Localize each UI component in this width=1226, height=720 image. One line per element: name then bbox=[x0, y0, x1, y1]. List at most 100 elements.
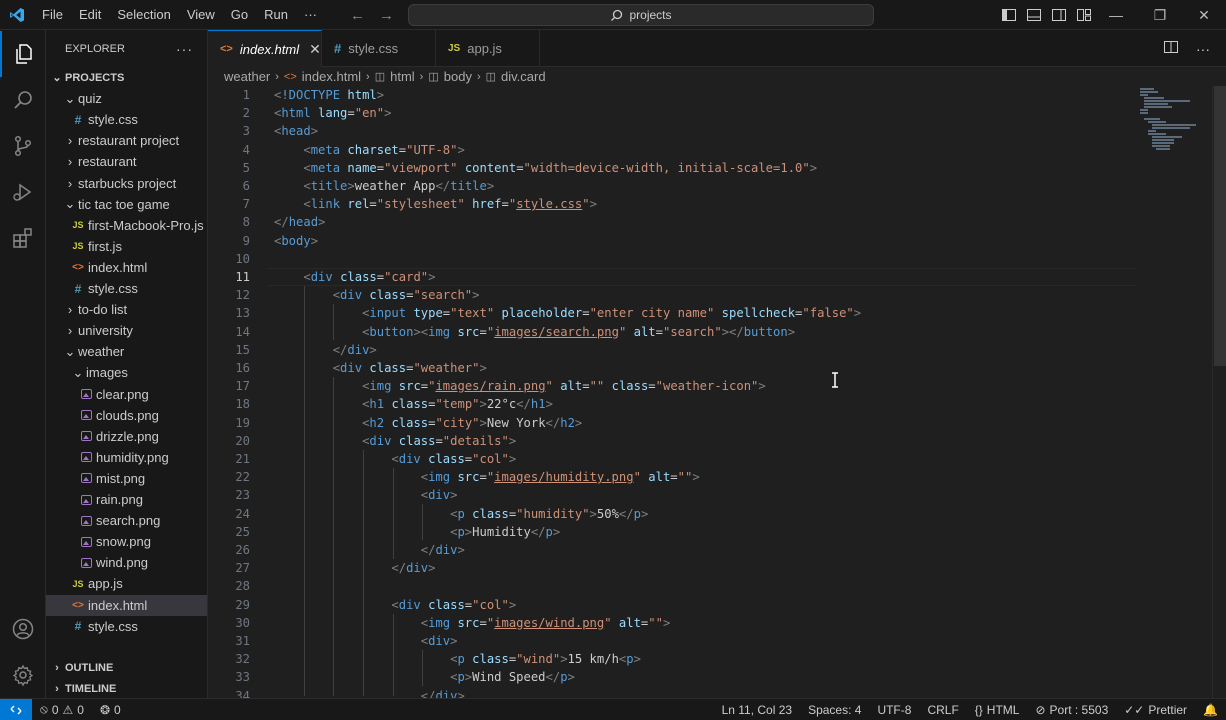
back-arrow-icon[interactable]: ← bbox=[350, 7, 365, 24]
minimap[interactable] bbox=[1140, 86, 1200, 156]
split-editor-icon[interactable] bbox=[1164, 40, 1178, 57]
end-of-line[interactable]: CRLF bbox=[919, 703, 966, 717]
source-control-icon[interactable] bbox=[0, 123, 46, 169]
ports-indicator[interactable]: ❂ 0 bbox=[92, 703, 129, 717]
folder-item[interactable]: › restaurant bbox=[46, 151, 207, 172]
code-line-24: <p class="humidity">50%</p> bbox=[450, 506, 649, 521]
file-item[interactable]: humidity.png bbox=[46, 447, 207, 468]
toggle-primary-sidebar-icon[interactable] bbox=[996, 0, 1021, 30]
outline-section[interactable]: › OUTLINE bbox=[46, 657, 207, 678]
item-label: tic tac toe game bbox=[78, 196, 170, 212]
breadcrumb-item[interactable]: div.card bbox=[501, 69, 546, 84]
file-item[interactable]: drizzle.png bbox=[46, 426, 207, 447]
breadcrumb-item[interactable]: html bbox=[390, 69, 415, 84]
minimize-window-icon[interactable]: — bbox=[1094, 0, 1138, 30]
item-label: search.png bbox=[96, 513, 161, 529]
line-number: 25 bbox=[235, 524, 250, 539]
menu-view[interactable]: View bbox=[179, 0, 223, 30]
folder-item[interactable]: › starbucks project bbox=[46, 173, 207, 194]
file-item[interactable]: rain.png bbox=[46, 489, 207, 510]
forward-arrow-icon[interactable]: → bbox=[379, 7, 394, 24]
encoding[interactable]: UTF-8 bbox=[869, 703, 919, 717]
menu-edit[interactable]: Edit bbox=[71, 0, 109, 30]
toggle-secondary-sidebar-icon[interactable] bbox=[1046, 0, 1071, 30]
file-item[interactable]: # style.css bbox=[46, 278, 207, 299]
manage-gear-icon[interactable] bbox=[0, 652, 46, 698]
chevron-down-icon: ⌄ bbox=[52, 72, 62, 84]
command-center-search[interactable]: projects bbox=[408, 4, 874, 26]
prettier-status[interactable]: ✓✓ Prettier bbox=[1116, 703, 1195, 717]
file-item[interactable]: JS app.js bbox=[46, 573, 207, 594]
file-item[interactable]: search.png bbox=[46, 510, 207, 531]
tab-style-css[interactable]: # style.css bbox=[322, 30, 436, 67]
file-item[interactable]: JS first.js bbox=[46, 236, 207, 257]
file-item[interactable]: snow.png bbox=[46, 531, 207, 552]
customize-layout-icon[interactable] bbox=[1071, 0, 1096, 30]
folder-item[interactable]: ⌄ tic tac toe game bbox=[46, 194, 207, 215]
breadcrumb-item[interactable]: weather bbox=[224, 69, 270, 84]
run-debug-icon[interactable] bbox=[0, 169, 46, 215]
line-number: 22 bbox=[235, 470, 250, 485]
remote-indicator-icon[interactable] bbox=[0, 698, 32, 720]
extensions-icon[interactable] bbox=[0, 215, 46, 261]
indentation[interactable]: Spaces: 4 bbox=[800, 703, 869, 717]
close-tab-icon[interactable]: ✕ bbox=[309, 41, 321, 58]
folder-item[interactable]: › university bbox=[46, 320, 207, 341]
menu-file[interactable]: File bbox=[34, 0, 71, 30]
item-label: style.css bbox=[88, 618, 138, 634]
cursor-position[interactable]: Ln 11, Col 23 bbox=[714, 703, 801, 717]
explorer-root-projects[interactable]: ⌄ PROJECTS bbox=[46, 67, 207, 88]
file-item[interactable]: <> index.html bbox=[46, 594, 207, 616]
file-item[interactable]: mist.png bbox=[46, 468, 207, 489]
file-item[interactable]: <> index.html bbox=[46, 257, 207, 278]
tab-app-js[interactable]: JS app.js bbox=[436, 30, 540, 67]
tab-label: index.html bbox=[239, 41, 300, 57]
menu-run[interactable]: Run bbox=[256, 0, 296, 30]
html-file-icon: <> bbox=[72, 261, 84, 273]
close-window-icon[interactable]: ✕ bbox=[1182, 0, 1226, 30]
breadcrumb-item[interactable]: index.html bbox=[302, 69, 361, 84]
folder-item[interactable]: ⌄ images bbox=[46, 362, 207, 383]
tab-index-html[interactable]: <> index.html ✕ bbox=[208, 30, 322, 67]
code-line-21: <div class="col"> bbox=[391, 452, 517, 466]
timeline-section[interactable]: › TIMELINE bbox=[46, 678, 207, 698]
toggle-panel-icon[interactable] bbox=[1021, 0, 1046, 30]
restore-window-icon[interactable]: ❐ bbox=[1138, 0, 1182, 30]
line-number: 32 bbox=[235, 652, 250, 667]
no-entry-icon: ⊘ bbox=[1035, 703, 1046, 717]
braces-icon: {} bbox=[974, 703, 983, 717]
line-number: 8 bbox=[242, 215, 250, 230]
search-icon[interactable] bbox=[0, 77, 46, 123]
menu-go[interactable]: Go bbox=[223, 0, 256, 30]
breadcrumb-item[interactable]: body bbox=[444, 69, 472, 84]
folder-item[interactable]: ⌄ quiz bbox=[46, 88, 207, 109]
vertical-scrollbar[interactable] bbox=[1212, 86, 1226, 698]
file-item[interactable]: wind.png bbox=[46, 552, 207, 573]
image-file-icon bbox=[78, 536, 94, 547]
element-icon: ◫ bbox=[428, 71, 439, 83]
accounts-icon[interactable] bbox=[0, 606, 46, 652]
folder-item[interactable]: › restaurant project bbox=[46, 130, 207, 151]
more-actions-icon[interactable]: ··· bbox=[1196, 41, 1210, 57]
html-file-icon: <> bbox=[220, 43, 233, 55]
folder-item[interactable]: ⌄ weather bbox=[46, 341, 207, 362]
more-actions-icon[interactable]: ··· bbox=[176, 41, 193, 57]
menu-more[interactable]: ··· bbox=[296, 0, 325, 30]
explorer-icon[interactable] bbox=[0, 31, 46, 77]
item-label: style.css bbox=[88, 112, 138, 128]
folder-item[interactable]: › to-do list bbox=[46, 299, 207, 320]
language-mode[interactable]: {} HTML bbox=[967, 703, 1028, 717]
menu-selection[interactable]: Selection bbox=[109, 0, 178, 30]
notifications-bell-icon[interactable]: 🔔 bbox=[1195, 703, 1226, 717]
item-label: clear.png bbox=[96, 386, 149, 402]
code-line-8: </head> bbox=[274, 215, 326, 230]
file-item[interactable]: # style.css bbox=[46, 616, 207, 637]
file-item[interactable]: # style.css bbox=[46, 109, 207, 130]
live-server-port[interactable]: ⊘ Port : 5503 bbox=[1027, 703, 1116, 717]
scrollbar-thumb[interactable] bbox=[1214, 86, 1226, 366]
problems-indicator[interactable]: ⦸ 0 ⚠ 0 bbox=[32, 702, 92, 717]
file-item[interactable]: JS first-Macbook-Pro.js bbox=[46, 215, 207, 236]
code-editor[interactable]: 1 2 3 4 5 6 7 8 9 10 11 12 13 14 15 16 17 18 19 20 21 22 23 24 2… bbox=[208, 86, 1226, 698]
file-item[interactable]: clear.png bbox=[46, 384, 207, 405]
file-item[interactable]: clouds.png bbox=[46, 405, 207, 426]
